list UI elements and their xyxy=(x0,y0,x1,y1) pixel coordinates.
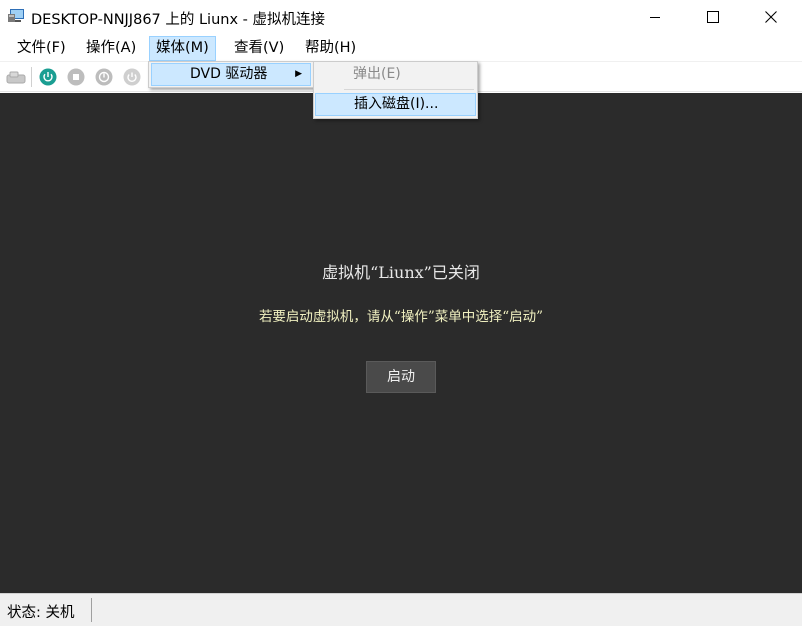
start-icon[interactable] xyxy=(39,68,57,86)
media-menu: DVD 驱动器 ▶ xyxy=(148,61,314,88)
maximize-button[interactable] xyxy=(690,0,736,34)
menu-media[interactable]: 媒体(M) xyxy=(149,36,216,61)
vm-display[interactable]: 虚拟机“Liunx”已关闭 若要启动虚拟机，请从“操作”菜单中选择“启动” 启动 xyxy=(0,93,802,593)
menu-view[interactable]: 查看(V) xyxy=(227,36,291,61)
toolbar-separator xyxy=(31,67,32,87)
vm-start-hint: 若要启动虚拟机，请从“操作”菜单中选择“启动” xyxy=(258,309,544,325)
status-bar: 状态: 关机 xyxy=(0,593,802,626)
ctrl-alt-del-icon[interactable] xyxy=(6,68,26,86)
save-state-icon[interactable] xyxy=(123,68,141,86)
menu-item-insert-disk[interactable]: 插入磁盘(I)... xyxy=(315,93,476,116)
turn-off-icon[interactable] xyxy=(67,68,85,86)
maximize-icon xyxy=(707,11,719,23)
menu-item-dvd-drive-label: DVD 驱动器 xyxy=(190,66,268,82)
menu-action[interactable]: 操作(A) xyxy=(79,36,143,61)
menu-separator xyxy=(344,89,474,90)
close-button[interactable] xyxy=(748,0,794,34)
start-vm-button[interactable]: 启动 xyxy=(366,361,436,393)
close-icon xyxy=(765,11,777,23)
menu-file[interactable]: 文件(F) xyxy=(10,36,73,61)
title-bar: DESKTOP-NNJJ867 上的 Liunx - 虚拟机连接 xyxy=(0,0,802,34)
vm-status-title: 虚拟机“Liunx”已关闭 xyxy=(322,263,480,282)
menu-item-dvd-drive[interactable]: DVD 驱动器 ▶ xyxy=(151,63,311,86)
window-title: DESKTOP-NNJJ867 上的 Liunx - 虚拟机连接 xyxy=(31,12,325,28)
status-separator xyxy=(91,598,92,622)
menu-help[interactable]: 帮助(H) xyxy=(298,36,363,61)
minimize-button[interactable] xyxy=(632,0,678,34)
submenu-arrow-icon: ▶ xyxy=(295,69,302,79)
status-text: 状态: 关机 xyxy=(7,605,75,621)
shut-down-icon[interactable] xyxy=(95,68,113,86)
vm-connection-app-icon xyxy=(8,8,26,24)
dvd-drive-submenu: 弹出(E) 插入磁盘(I)... xyxy=(313,61,478,119)
minimize-icon xyxy=(650,17,660,18)
menu-bar: 文件(F) 操作(A) 媒体(M) 查看(V) 帮助(H) xyxy=(0,34,802,62)
menu-item-eject[interactable]: 弹出(E) xyxy=(316,64,475,87)
